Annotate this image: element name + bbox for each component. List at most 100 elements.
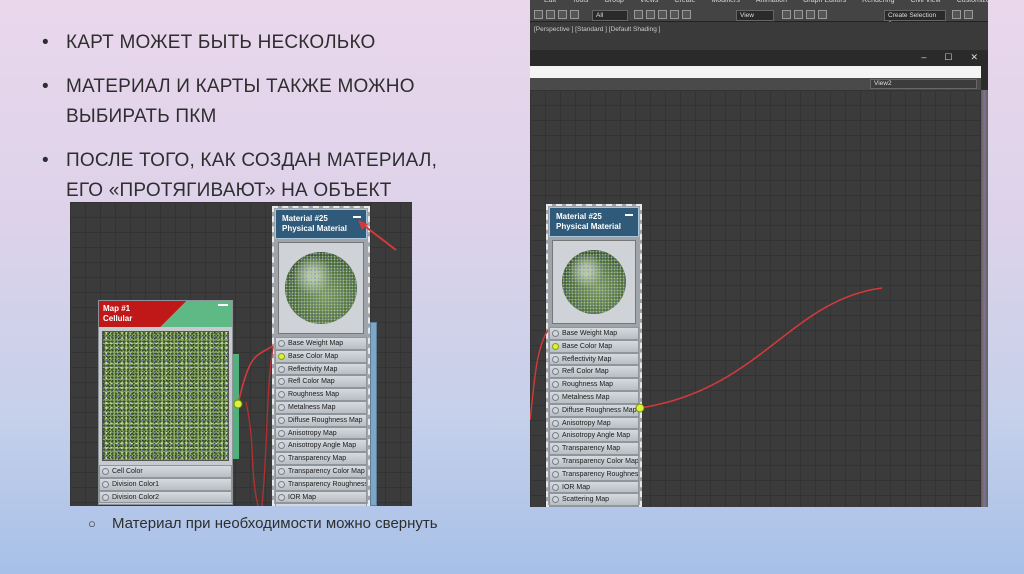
node-scrollbar[interactable] bbox=[370, 322, 377, 506]
port-socket-icon[interactable] bbox=[278, 365, 285, 373]
spinner-snap-icon[interactable] bbox=[818, 10, 827, 19]
port-socket-icon[interactable] bbox=[102, 480, 109, 488]
angle-snap-icon[interactable] bbox=[794, 10, 803, 19]
port-row[interactable]: Metalness Map bbox=[549, 390, 639, 404]
port-row[interactable]: Roughness Map bbox=[275, 388, 367, 401]
port-socket-icon[interactable] bbox=[278, 403, 285, 411]
minimize-window-icon[interactable]: – bbox=[921, 52, 926, 63]
selection-set-combo[interactable]: Create Selection Se bbox=[884, 10, 946, 28]
unlink-icon[interactable] bbox=[570, 10, 579, 19]
port-socket-icon[interactable] bbox=[552, 445, 559, 453]
port-row[interactable]: Anisotropy Map bbox=[549, 416, 639, 430]
map-node-title[interactable]: Map #1 Cellular bbox=[99, 301, 232, 327]
port-row[interactable]: Division Color2 bbox=[99, 490, 232, 504]
port-socket-icon[interactable] bbox=[552, 419, 559, 427]
port-row[interactable]: Diffuse Roughness Map bbox=[549, 403, 639, 417]
port-row[interactable]: Transparency Map bbox=[275, 452, 367, 465]
snap-icon[interactable] bbox=[782, 10, 791, 19]
port-row[interactable]: Transparency Color Map bbox=[275, 464, 367, 478]
menu-item[interactable]: Views bbox=[640, 0, 659, 6]
close-window-icon[interactable]: ✕ bbox=[970, 52, 978, 63]
mirror-icon[interactable] bbox=[952, 10, 961, 19]
viewport-label[interactable]: [Perspective ] [Standard ] [Default Shad… bbox=[530, 22, 988, 50]
menu-item[interactable]: Tools bbox=[572, 0, 588, 6]
port-row[interactable]: Anisotropy Map bbox=[275, 426, 367, 440]
link-icon[interactable] bbox=[558, 10, 567, 19]
port-row[interactable]: Diffuse Roughness Map bbox=[275, 413, 367, 427]
material-node-right[interactable]: Material #25 Physical Material Base Weig… bbox=[546, 204, 642, 507]
port-row[interactable]: Scattering Map bbox=[275, 503, 367, 506]
view-combo[interactable]: View bbox=[736, 10, 774, 21]
port-socket-icon[interactable] bbox=[102, 493, 109, 501]
align-icon[interactable] bbox=[964, 10, 973, 19]
port-socket-icon[interactable] bbox=[552, 483, 559, 491]
menu-item[interactable]: Graph Editors bbox=[803, 0, 846, 6]
scale-icon[interactable] bbox=[682, 10, 691, 19]
map-node-cellular[interactable]: Map #1 Cellular Cell Color Division Color… bbox=[98, 300, 233, 505]
undo-icon[interactable] bbox=[534, 10, 543, 19]
port-socket-icon[interactable] bbox=[278, 493, 285, 501]
minimize-icon[interactable] bbox=[218, 304, 228, 308]
port-socket-icon[interactable] bbox=[552, 496, 559, 504]
maximize-window-icon[interactable]: ☐ bbox=[944, 52, 952, 63]
select-icon[interactable] bbox=[634, 10, 643, 19]
port-row[interactable]: Transparency Color Map bbox=[549, 454, 639, 468]
menu-item[interactable]: Animation bbox=[756, 0, 787, 6]
node-view[interactable]: Material #25 Physical Material Base Weig… bbox=[530, 90, 981, 507]
port-socket-icon[interactable] bbox=[278, 352, 285, 360]
port-socket-icon[interactable] bbox=[278, 340, 285, 347]
menu-item[interactable]: Create bbox=[674, 0, 695, 6]
percent-snap-icon[interactable] bbox=[806, 10, 815, 19]
port-row[interactable]: Reflectivity Map bbox=[275, 362, 367, 376]
menu-item[interactable]: Rendering bbox=[862, 0, 894, 6]
port-row[interactable]: Refl Color Map bbox=[549, 365, 639, 379]
move-icon[interactable] bbox=[658, 10, 667, 19]
material-node-title[interactable]: Material #25 Physical Material bbox=[549, 207, 639, 237]
port-socket-icon[interactable] bbox=[552, 457, 559, 465]
rotate-icon[interactable] bbox=[670, 10, 679, 19]
port-socket-icon[interactable] bbox=[278, 442, 285, 450]
port-row[interactable]: Anisotropy Angle Map bbox=[549, 429, 639, 443]
port-socket-icon[interactable] bbox=[552, 406, 559, 414]
port-socket-icon[interactable] bbox=[278, 378, 285, 386]
port-row[interactable]: Transparency Map bbox=[549, 442, 639, 455]
port-socket-icon[interactable] bbox=[552, 381, 559, 389]
minimize-icon[interactable] bbox=[625, 214, 633, 216]
material-node-left[interactable]: Material #25 Physical Material Base Weig… bbox=[272, 206, 370, 506]
port-socket-icon[interactable] bbox=[552, 393, 559, 401]
minimize-icon[interactable] bbox=[353, 216, 361, 218]
port-socket-icon[interactable] bbox=[102, 468, 109, 475]
port-row[interactable]: Metalness Map bbox=[275, 400, 367, 414]
port-row[interactable]: Base Color Map bbox=[275, 349, 367, 363]
port-row[interactable]: Anisotropy Angle Map bbox=[275, 439, 367, 453]
menu-item[interactable]: Customize bbox=[957, 0, 988, 6]
port-row[interactable]: Reflectivity Map bbox=[549, 352, 639, 366]
filter-combo[interactable]: All bbox=[592, 10, 628, 21]
port-row[interactable]: IOR Map bbox=[275, 490, 367, 504]
redo-icon[interactable] bbox=[546, 10, 555, 19]
port-row[interactable]: Base Color Map bbox=[549, 339, 639, 353]
port-row[interactable]: IOR Map bbox=[549, 480, 639, 494]
menu-item[interactable]: Group bbox=[604, 0, 623, 6]
port-socket-icon[interactable] bbox=[552, 342, 559, 350]
port-row[interactable]: Base Weight Map bbox=[275, 337, 367, 350]
port-row[interactable]: Base Weight Map bbox=[549, 327, 639, 340]
port-socket-icon[interactable] bbox=[278, 429, 285, 437]
port-socket-icon[interactable] bbox=[278, 455, 285, 463]
view-tab-combo[interactable]: View2 bbox=[870, 79, 977, 89]
port-row[interactable]: Refl Color Map bbox=[275, 375, 367, 389]
port-socket-icon[interactable] bbox=[278, 416, 285, 424]
menu-item[interactable]: Edit bbox=[544, 0, 556, 6]
port-socket-icon[interactable] bbox=[278, 391, 285, 399]
port-socket-icon[interactable] bbox=[278, 467, 285, 475]
port-socket-icon[interactable] bbox=[552, 470, 559, 478]
port-row[interactable]: SSS Color Map bbox=[549, 506, 639, 507]
port-row[interactable]: Transparency Roughness Map bbox=[275, 477, 367, 491]
port-row[interactable]: Roughness Map bbox=[549, 378, 639, 391]
port-socket-icon[interactable] bbox=[552, 368, 559, 376]
menu-item[interactable]: Civil View bbox=[910, 0, 940, 6]
port-socket-icon[interactable] bbox=[552, 355, 559, 363]
select-by-name-icon[interactable] bbox=[646, 10, 655, 19]
port-socket-icon[interactable] bbox=[552, 432, 559, 440]
port-socket-icon[interactable] bbox=[552, 330, 559, 337]
